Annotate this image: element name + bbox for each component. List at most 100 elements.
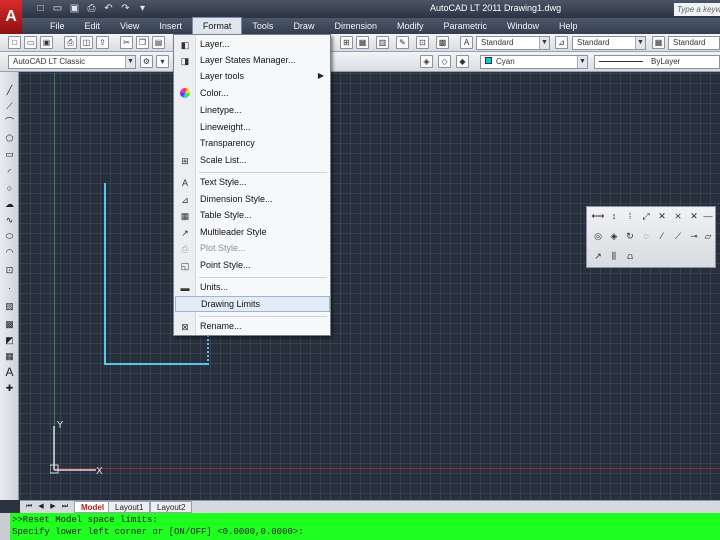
point-icon[interactable]: · <box>3 282 16 294</box>
print-icon[interactable]: ⎙ <box>85 2 98 15</box>
workspace-settings-icon[interactable]: ⚙ <box>140 55 153 68</box>
angular-icon[interactable]: ⨯ <box>671 209 685 223</box>
layer-previous-icon[interactable]: ◈ <box>420 55 433 68</box>
new-icon[interactable]: □ <box>34 2 47 15</box>
aligned-dimension-icon[interactable]: ↕ <box>607 209 621 223</box>
paste-icon[interactable]: ▤ <box>152 36 165 49</box>
open-icon[interactable]: ▭ <box>51 2 64 15</box>
dimension-style-select[interactable]: Standard ▼ <box>572 36 646 50</box>
layer-isolate-icon[interactable]: ◆ <box>456 55 469 68</box>
print-icon[interactable]: ⎙ <box>64 36 77 49</box>
dimension-space-icon[interactable]: ⩍ <box>623 249 637 263</box>
menu-item-layer-tools[interactable]: Layer tools ▶ <box>175 69 330 85</box>
search-input[interactable]: Type a keyw <box>674 3 720 16</box>
redo-icon[interactable]: ↷ <box>119 2 132 15</box>
jogged-icon[interactable]: ↻ <box>623 229 637 243</box>
menu-view[interactable]: View <box>110 18 149 34</box>
inspect-icon[interactable]: ◈ <box>607 229 621 243</box>
menu-item-text-style[interactable]: A Text Style... <box>175 175 330 191</box>
menu-item-table-style[interactable]: ▦ Table Style... <box>175 208 330 224</box>
menu-item-drawing-limits[interactable]: Drawing Limits <box>175 296 330 312</box>
prev-tab-icon[interactable]: ◀ <box>36 502 46 512</box>
menu-format[interactable]: Format <box>191 17 243 35</box>
tab-layout2[interactable]: Layout2 <box>150 501 193 513</box>
dimension-style-icon[interactable]: ⊿ <box>555 36 568 49</box>
menu-item-plot-style[interactable]: ⎙ Plot Style... <box>175 241 330 257</box>
hatch-icon[interactable]: ▨ <box>3 300 16 312</box>
menu-item-linetype[interactable]: Linetype... <box>175 103 330 119</box>
properties-icon[interactable]: ⊞ <box>340 36 353 49</box>
arc-icon[interactable]: ◜ <box>3 166 16 178</box>
linear-dimension-icon[interactable]: ⟷ <box>591 209 605 223</box>
menu-item-point-style[interactable]: ◱ Point Style... <box>175 258 330 274</box>
quick-dimension-icon[interactable]: ✕ <box>687 209 701 223</box>
tolerance-icon[interactable]: ⁄ <box>655 229 669 243</box>
multiline-text-icon[interactable]: A <box>3 366 16 378</box>
menu-tools[interactable]: Tools <box>242 18 283 34</box>
menu-item-layer[interactable]: ◧ Layer... <box>175 37 330 53</box>
ellipse-icon[interactable]: ⬭ <box>3 230 16 242</box>
new-icon[interactable]: □ <box>8 36 21 49</box>
menu-draw[interactable]: Draw <box>283 18 324 34</box>
polyline-icon[interactable]: ⌒ <box>3 116 16 128</box>
text-style-select[interactable]: Standard ▼ <box>476 36 550 50</box>
menu-item-scale-list[interactable]: ⊞ Scale List... <box>175 153 330 169</box>
tool-palettes-icon[interactable]: ▥ <box>376 36 389 49</box>
save-icon[interactable]: ▣ <box>68 2 81 15</box>
menu-help[interactable]: Help <box>549 18 588 34</box>
menu-modify[interactable]: Modify <box>387 18 434 34</box>
dimension-edit-icon[interactable]: ⟋ <box>671 229 685 243</box>
drawing-canvas[interactable]: Y X ⟷ ↕ ⁞ ⤢ ✕ ⨯ ✕ — ◎ ◈ ↻ ◌ ⁄ ⟋ ⊸ ▱ ↗ ⫼ … <box>20 73 720 500</box>
table-style-icon[interactable]: ▦ <box>652 36 665 49</box>
diameter-icon[interactable]: ✕ <box>655 209 669 223</box>
menu-file[interactable]: File <box>40 18 75 34</box>
calculator-icon[interactable]: ▩ <box>436 36 449 49</box>
text-style-icon[interactable]: A <box>460 36 473 49</box>
menu-item-lineweight[interactable]: Lineweight... <box>175 120 330 136</box>
publish-icon[interactable]: ⇪ <box>96 36 109 49</box>
menu-item-units[interactable]: ▬ Units... <box>175 280 330 296</box>
menu-edit[interactable]: Edit <box>75 18 111 34</box>
dimension-text-edit-icon[interactable]: ⊸ <box>687 229 701 243</box>
menu-item-rename[interactable]: ⊠ Rename... <box>175 319 330 335</box>
workspace-select[interactable]: AutoCAD LT Classic ▼ <box>8 55 136 69</box>
menu-item-layer-states-manager[interactable]: ◨ Layer States Manager... <box>175 53 330 69</box>
menu-item-color[interactable]: Color... <box>175 86 330 102</box>
gradient-icon[interactable]: ▩ <box>3 318 16 330</box>
plot-preview-icon[interactable]: ◫ <box>80 36 93 49</box>
menu-item-transparency[interactable]: Transparency <box>175 136 330 152</box>
add-selected-icon[interactable]: ✚ <box>3 382 16 394</box>
dimension-update-icon[interactable]: ▱ <box>701 229 715 243</box>
radius-icon[interactable]: ⤢ <box>639 209 653 223</box>
sheet-set-icon[interactable]: ✎ <box>396 36 409 49</box>
region-icon[interactable]: ◩ <box>3 334 16 346</box>
ellipse-arc-icon[interactable]: ◠ <box>3 246 16 258</box>
menu-dimension[interactable]: Dimension <box>324 18 387 34</box>
polygon-icon[interactable]: ⬠ <box>3 132 16 144</box>
undo-icon[interactable]: ↶ <box>102 2 115 15</box>
application-menu-button[interactable]: A <box>0 0 22 34</box>
table-icon[interactable]: ▦ <box>3 350 16 362</box>
line-icon[interactable]: ╱ <box>3 84 16 96</box>
arc-length-icon[interactable]: ◌ <box>639 229 653 243</box>
spline-icon[interactable]: ∿ <box>3 214 16 226</box>
save-icon[interactable]: ▣ <box>40 36 53 49</box>
copy-icon[interactable]: ❐ <box>136 36 149 49</box>
menu-window[interactable]: Window <box>497 18 549 34</box>
cut-icon[interactable]: ✂ <box>120 36 133 49</box>
command-line-window[interactable]: >>Reset Model space limits: Specify lowe… <box>0 513 720 540</box>
menu-item-dimension-style[interactable]: ⊿ Dimension Style... <box>175 192 330 208</box>
menu-insert[interactable]: Insert <box>149 18 192 34</box>
dimension-break-icon[interactable]: ⫼ <box>607 249 621 263</box>
linetype-select[interactable]: ByLayer <box>594 55 720 69</box>
revcloud-icon[interactable]: ☁ <box>3 198 16 210</box>
dropdown-icon[interactable]: ▾ <box>136 2 149 15</box>
circle-icon[interactable]: ○ <box>3 182 16 194</box>
command-line-grip[interactable] <box>0 513 10 540</box>
open-icon[interactable]: ▭ <box>24 36 37 49</box>
center-mark-icon[interactable]: ◎ <box>591 229 605 243</box>
rectangle-icon[interactable]: ▭ <box>3 148 16 160</box>
last-tab-icon[interactable]: ⏭ <box>60 502 70 512</box>
ordinate-icon[interactable]: ⁞ <box>623 209 637 223</box>
menu-parametric[interactable]: Parametric <box>434 18 498 34</box>
